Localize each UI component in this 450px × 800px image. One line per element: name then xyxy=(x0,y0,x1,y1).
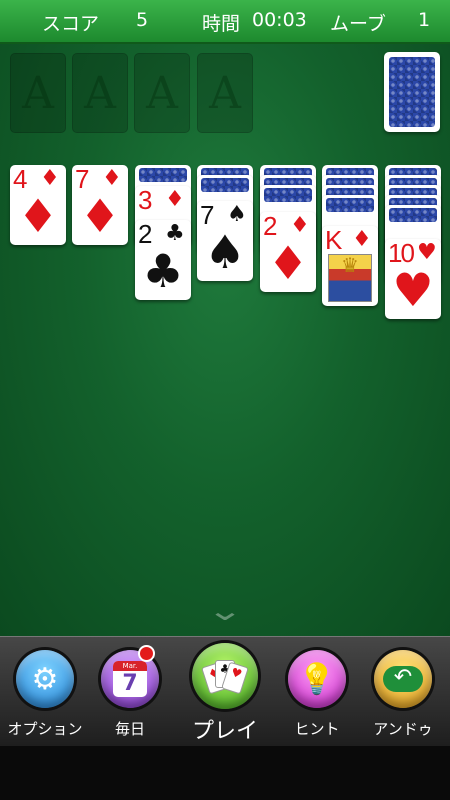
gear-icon: ⚙ xyxy=(16,650,74,708)
stock-pile[interactable] xyxy=(384,52,440,132)
hint-button-ring: 💡 xyxy=(285,647,349,711)
play-button[interactable]: ♦ ♣ ♥ プレイ xyxy=(180,637,270,747)
hint-label: ヒント xyxy=(294,720,340,738)
options-button-ring: ⚙ xyxy=(13,647,77,711)
notification-badge xyxy=(138,645,155,662)
diamond-suit-icon: ♦ xyxy=(267,236,309,290)
time-label: 時間 xyxy=(202,13,241,35)
foundation-ace-placeholder: A xyxy=(84,68,116,119)
game-table: A A A A 4 ♦ ♦ 7 ♦ ♦ 3 ♦ 2 ♣ ♣ 7 ♠ ♠ 2 ♦ … xyxy=(0,44,450,636)
daily-challenge-button[interactable]: Mar. 7 毎日 xyxy=(85,637,175,747)
lightbulb-icon: 💡 xyxy=(288,650,346,708)
options-button[interactable]: ⚙ オプション xyxy=(0,637,90,747)
score-label: スコア xyxy=(42,13,100,35)
tableau-card-4-diamonds[interactable]: 4 ♦ ♦ xyxy=(10,165,66,245)
diamond-suit-icon: ♦ xyxy=(165,187,185,212)
play-label: プレイ xyxy=(191,719,258,744)
foundation-slot-1[interactable]: A xyxy=(10,53,66,133)
moves-label: ムーブ xyxy=(330,13,386,35)
tableau-card-2-clubs[interactable]: 2 ♣ ♣ xyxy=(135,220,191,300)
score-value: 5 xyxy=(136,9,149,31)
foundation-slot-2[interactable]: A xyxy=(72,53,128,133)
undo-button-ring: ↶ xyxy=(371,647,435,711)
tableau-card-10-hearts[interactable]: 10 ♥ ♥ xyxy=(385,239,441,319)
card-back xyxy=(326,198,374,212)
calendar-month: Mar. xyxy=(113,661,147,671)
tableau-card-7-spades[interactable]: 7 ♠ ♠ xyxy=(197,201,253,281)
card-rank: 3 xyxy=(138,186,153,215)
club-suit-icon: ♣ xyxy=(142,244,184,298)
chevron-down-icon[interactable]: ⌄ xyxy=(0,594,450,627)
tableau-card-k-diamonds[interactable]: K ♦ ♛ xyxy=(322,226,378,306)
king-face-icon: ♛ xyxy=(328,253,372,302)
options-label: オプション xyxy=(7,720,83,738)
undo-button[interactable]: ↶ アンドゥ xyxy=(358,637,448,747)
heart-suit-icon: ♥ xyxy=(392,263,434,317)
foundation-ace-placeholder: A xyxy=(22,68,54,119)
diamond-suit-icon: ♦ xyxy=(17,189,59,243)
moves-value: 1 xyxy=(418,9,431,31)
time-value: 00:03 xyxy=(252,9,307,31)
card-back xyxy=(201,178,249,192)
diamond-suit-icon: ♦ xyxy=(352,227,372,252)
foundation-ace-placeholder: A xyxy=(146,68,178,119)
foundation-ace-placeholder: A xyxy=(209,68,241,119)
bottom-toolbar: ⚙ オプション Mar. 7 毎日 ♦ ♣ ♥ プレイ 💡 ヒント ↶ アンドゥ xyxy=(0,636,450,746)
footer-bar xyxy=(0,746,450,800)
undo-label: アンドゥ xyxy=(373,720,433,738)
card-rank: K xyxy=(325,226,342,255)
card-back xyxy=(389,57,435,127)
card-back xyxy=(139,168,187,182)
foundation-slot-3[interactable]: A xyxy=(134,53,190,133)
card-back xyxy=(264,188,312,202)
undo-arrow-icon: ↶ xyxy=(374,650,432,708)
daily-label: 毎日 xyxy=(114,720,145,738)
hint-button[interactable]: 💡 ヒント xyxy=(272,637,362,747)
diamond-suit-icon: ♦ xyxy=(79,189,121,243)
spade-suit-icon: ♠ xyxy=(204,225,246,279)
foundation-slot-4[interactable]: A xyxy=(197,53,253,133)
play-button-ring: ♦ ♣ ♥ xyxy=(189,640,261,712)
tableau-card-7-diamonds[interactable]: 7 ♦ ♦ xyxy=(72,165,128,245)
crown-icon: ♛ xyxy=(341,253,359,277)
status-bar: スコア 5 時間 00:03 ムーブ 1 xyxy=(0,0,450,44)
card-back xyxy=(389,208,437,222)
tableau-card-2-diamonds[interactable]: 2 ♦ ♦ xyxy=(260,212,316,292)
calendar-day: 7 xyxy=(122,671,138,696)
cards-icon: ♦ ♣ ♥ xyxy=(192,643,258,709)
